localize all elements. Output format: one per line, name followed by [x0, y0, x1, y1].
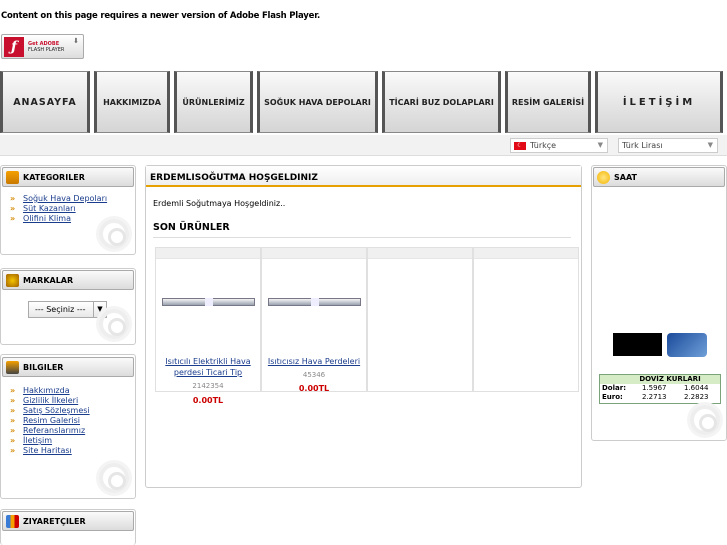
table-row: Dolar: 1.5967 1.6044 [602, 384, 709, 392]
visitors-box: ZIYARETÇILER [0, 509, 136, 545]
product-code: 2142354 [192, 382, 224, 390]
download-arrow-icon: ⬇ [73, 37, 79, 45]
brands-box: MARKALAR --- Seçiniz --- ▼ [0, 268, 136, 345]
flash-logo-icon: ƒ [4, 36, 24, 57]
exchange-rates-title: DÖVİZ KURLARI [600, 375, 720, 384]
category-link[interactable]: Soğuk Hava Depoları [9, 194, 135, 204]
selector-bar: ☾ Türkçe ▼ Türk Lirası ▼ [0, 135, 727, 156]
menu-resim-galerisi[interactable]: RESİM GALERİSİ [505, 71, 591, 133]
product-name[interactable]: Isıtıcısız Hava Perdeleri [262, 356, 366, 367]
main-content: ERDEMLISOĞUTMA HOŞGELDINIZ Erdemli Soğut… [145, 165, 582, 488]
main-title: ERDEMLISOĞUTMA HOŞGELDINIZ [146, 166, 581, 187]
categories-header: KATEGORILER [2, 167, 134, 187]
menu-ticari-buz-dolaplari[interactable]: TİCARİ BUZ DOLAPLARI [382, 71, 501, 133]
language-select[interactable]: ☾ Türkçe ▼ [510, 138, 608, 153]
categories-icon [6, 170, 19, 184]
chevron-down-icon: ▼ [707, 141, 713, 149]
info-icon [6, 360, 19, 374]
chevron-down-icon: ▼ [597, 141, 603, 149]
product-card[interactable]: Isıtıcılı Elektrikli Hava perdesi Ticari… [155, 247, 261, 405]
table-row: Euro: 2.2713 2.2823 [602, 393, 709, 401]
gear-decoration-icon [690, 405, 720, 435]
info-link[interactable]: Gizlilik İlkeleri [9, 396, 135, 406]
product-grid: Isıtıcılı Elektrikli Hava perdesi Ticari… [155, 247, 579, 405]
info-header: BILGILER [2, 357, 134, 377]
product-image[interactable] [162, 298, 255, 306]
product-price: 0.00TL [298, 384, 330, 393]
product-card-empty [473, 247, 579, 392]
menu-anasayfa[interactable]: ANASAYFA [0, 71, 90, 133]
latest-products-title: SON ÜRÜNLER [153, 222, 571, 238]
gear-decoration-icon [99, 219, 129, 249]
gear-decoration-icon [99, 463, 129, 493]
product-name[interactable]: Isıtıcılı Elektrikli Hava perdesi Ticari… [156, 356, 260, 378]
category-link[interactable]: Süt Kazanları [9, 204, 135, 214]
welcome-text: Erdemli Soğutmaya Hoşgeldiniz.. [153, 199, 286, 208]
language-value: Türkçe [530, 141, 557, 150]
product-image[interactable] [268, 298, 361, 306]
clock-box: SAAT DÖVİZ KURLARI Dolar: 1.5967 1.6044 … [591, 165, 727, 441]
product-price: 0.00TL [192, 396, 224, 405]
info-link[interactable]: Site Haritası [9, 446, 135, 456]
currency-logo-icon [667, 333, 707, 357]
turkey-flag-icon: ☾ [514, 141, 526, 150]
currency-value: Türk Lirası [622, 141, 663, 150]
flash-button-line2: FLASH PLAYER [28, 46, 65, 53]
info-link[interactable]: Referanslarımız [9, 426, 135, 436]
info-box: BILGILER Hakkımızda Gizlilik İlkeleri Sa… [0, 354, 136, 499]
categories-box: KATEGORILER Soğuk Hava Depoları Süt Kaza… [0, 165, 136, 255]
get-flash-player-button[interactable]: ƒ Get ADOBE FLASH PLAYER ⬇ [1, 34, 84, 59]
product-card-empty [367, 247, 473, 392]
product-card[interactable]: Isıtıcısız Hava Perdeleri 45346 0.00TL [261, 247, 367, 393]
brand-select[interactable]: --- Seçiniz --- ▼ [28, 301, 107, 318]
menu-iletisim[interactable]: İLETİŞİM [595, 71, 723, 133]
brands-icon [6, 273, 19, 287]
main-menu: ANASAYFA HAKKIMIZDA ÜRÜNLERİMİZ SOĞUK HA… [0, 71, 727, 133]
flash-notice: Content on this page requires a newer ve… [1, 11, 321, 21]
info-link[interactable]: Resim Galerisi [9, 416, 135, 426]
exchange-rates-table: DÖVİZ KURLARI Dolar: 1.5967 1.6044 Euro:… [599, 374, 721, 404]
clock-display [613, 333, 662, 356]
info-link[interactable]: Satış Sözleşmesi [9, 406, 135, 416]
menu-soguk-hava-depolari[interactable]: SOĞUK HAVA DEPOLARI [257, 71, 378, 133]
product-code: 45346 [302, 371, 326, 379]
menu-hakkimizda[interactable]: HAKKIMIZDA [94, 71, 170, 133]
info-link[interactable]: İletişim [9, 436, 135, 446]
chart-icon [6, 514, 19, 528]
sun-icon [597, 170, 610, 184]
brands-header: MARKALAR [2, 270, 134, 290]
gear-decoration-icon [99, 309, 129, 339]
info-link[interactable]: Hakkımızda [9, 386, 135, 396]
currency-select[interactable]: Türk Lirası ▼ [618, 138, 718, 153]
clock-header: SAAT [593, 167, 725, 187]
visitors-header: ZIYARETÇILER [2, 511, 134, 531]
menu-urunlerimiz[interactable]: ÜRÜNLERİMİZ [174, 71, 253, 133]
